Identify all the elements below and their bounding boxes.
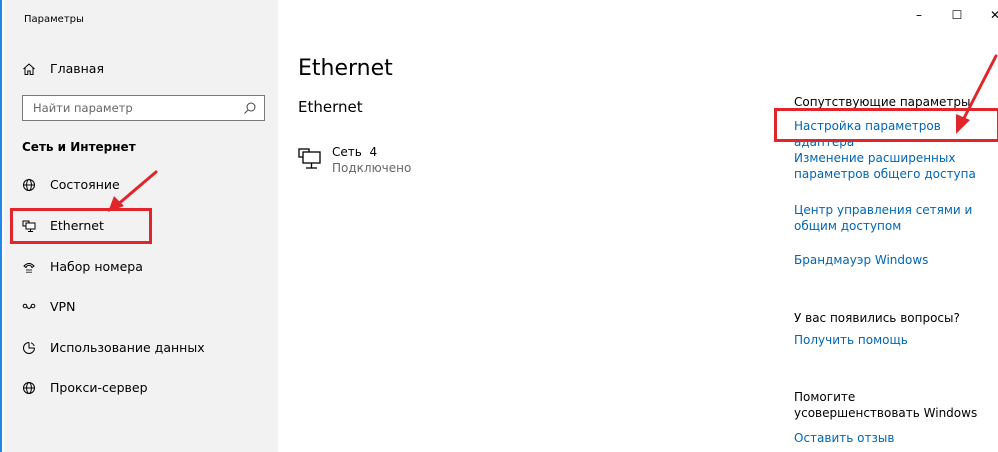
section-subtitle: Ethernet <box>298 98 363 116</box>
data-usage-icon <box>22 341 36 355</box>
maximize-button[interactable]: ☐ <box>938 0 976 30</box>
questions-heading: У вас появились вопросы? <box>794 311 960 325</box>
main-content: – ☐ ✕ Ethernet Ethernet Сеть 4 Подключен… <box>278 0 998 452</box>
network-name: Сеть 4 <box>332 145 378 159</box>
feedback-link[interactable]: Оставить отзыв <box>794 430 894 446</box>
sidebar-item-vpn[interactable]: VPN <box>22 299 75 314</box>
red-arrow-icon <box>956 54 998 134</box>
globe-icon <box>22 178 36 192</box>
red-arrow-icon <box>108 170 158 212</box>
sidebar: Параметры Главная Сеть и Интернет Состоя… <box>4 0 278 452</box>
settings-window: Параметры Главная Сеть и Интернет Состоя… <box>0 0 998 452</box>
network-status: Подключено <box>332 161 412 175</box>
get-help-link[interactable]: Получить помощь <box>794 332 908 348</box>
improve-heading: Помогите усовершенствовать Windows <box>794 390 978 420</box>
search-box[interactable] <box>22 95 265 121</box>
sidebar-item-label: Использование данных <box>50 340 205 355</box>
search-icon[interactable] <box>243 101 257 115</box>
vpn-icon <box>22 300 36 314</box>
network-center-link[interactable]: Центр управления сетями и общим доступом <box>794 202 984 234</box>
home-label: Главная <box>50 61 104 76</box>
minimize-button[interactable]: – <box>900 0 938 30</box>
firewall-link[interactable]: Брандмауэр Windows <box>794 252 928 268</box>
sidebar-item-data-usage[interactable]: Использование данных <box>22 340 205 355</box>
window-title: Параметры <box>24 14 84 25</box>
dialup-icon <box>22 260 36 274</box>
sidebar-item-label: Набор номера <box>50 259 143 274</box>
section-title: Сеть и Интернет <box>22 140 136 154</box>
sidebar-item-dialup[interactable]: Набор номера <box>22 259 143 274</box>
sidebar-item-label: VPN <box>50 299 76 314</box>
sidebar-item-proxy[interactable]: Прокси-сервер <box>22 380 148 395</box>
globe-icon <box>22 381 36 395</box>
sidebar-item-label: Прокси-сервер <box>50 380 148 395</box>
home-nav-item[interactable]: Главная <box>22 61 104 76</box>
ethernet-icon <box>298 148 321 169</box>
page-title: Ethernet <box>298 56 393 81</box>
network-item[interactable]: Сеть 4 Подключено <box>298 144 411 176</box>
close-button[interactable]: ✕ <box>976 0 998 30</box>
sharing-settings-link[interactable]: Изменение расширенных параметров общего … <box>794 150 984 182</box>
search-input[interactable] <box>23 96 233 120</box>
window-controls: – ☐ ✕ <box>900 0 998 30</box>
home-icon <box>22 62 36 76</box>
